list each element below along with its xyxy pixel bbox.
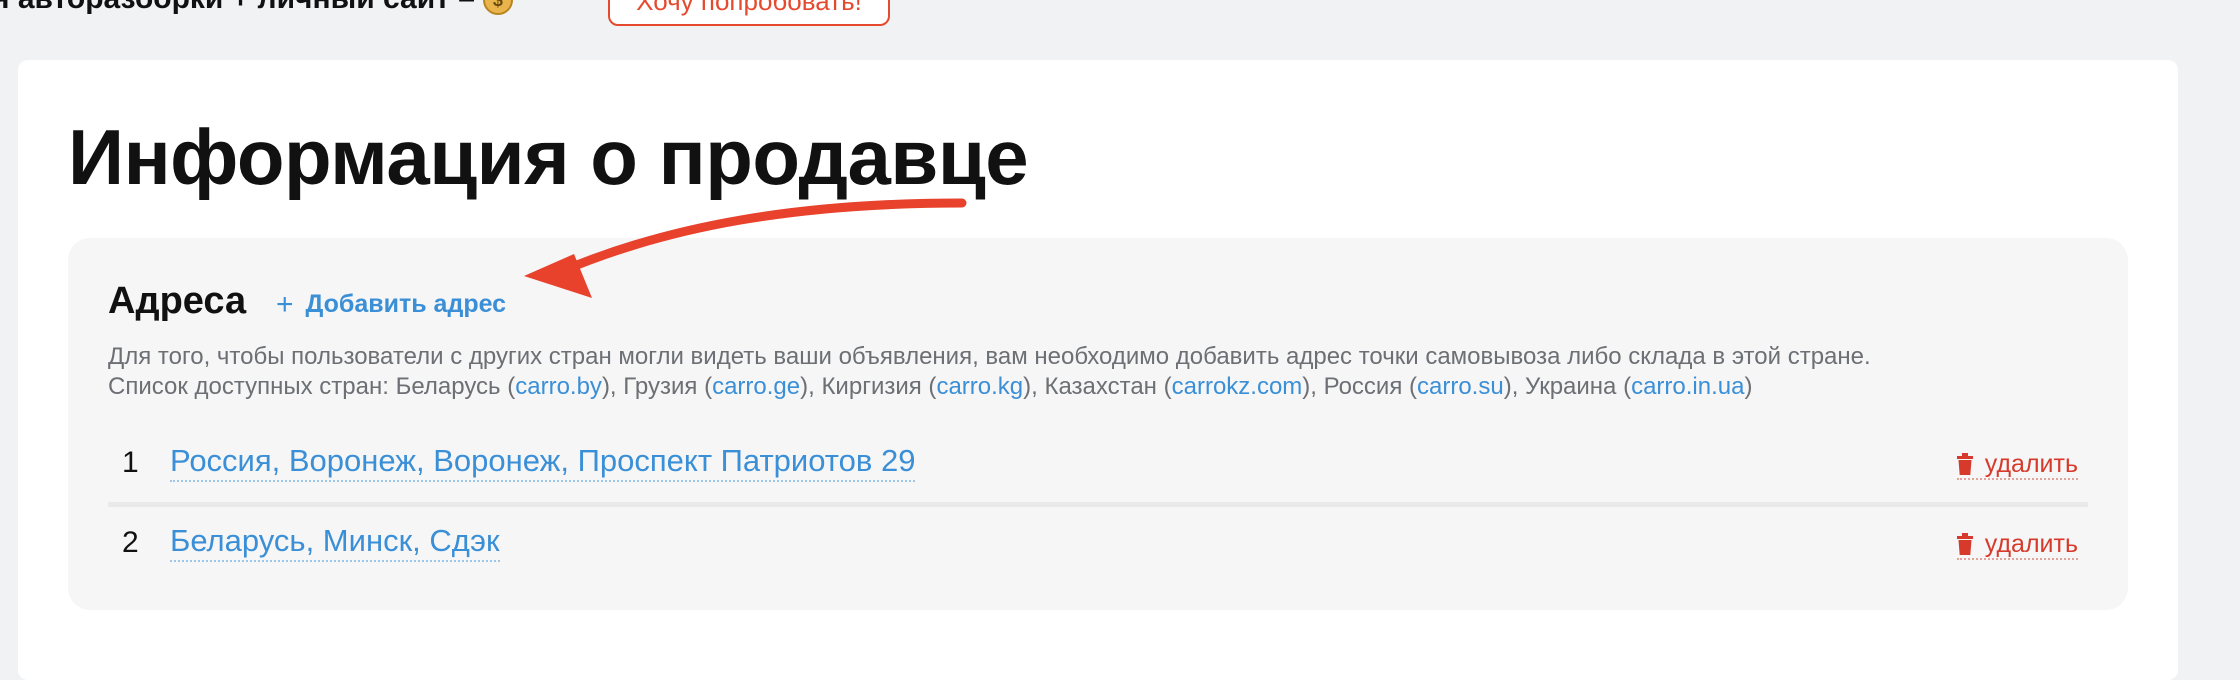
- address-row: 1 Россия, Воронеж, Воронеж, Проспект Пат…: [108, 428, 2088, 498]
- country-site-link[interactable]: carro.su: [1417, 373, 1504, 400]
- page-title: Информация о продавце: [68, 113, 1029, 201]
- promo-bar: я авторазборки + личный сайт –$ Хочу поп…: [0, 0, 2240, 40]
- add-address-button[interactable]: + Добавить адрес: [276, 288, 506, 322]
- trash-icon: [1956, 533, 1973, 555]
- address-number: 2: [122, 526, 139, 559]
- row-divider: [108, 502, 2088, 507]
- country-site-link[interactable]: carro.in.ua: [1631, 373, 1744, 400]
- seller-info-panel: Информация о продавце Адреса + Добавить а…: [18, 60, 2178, 680]
- country-name: Грузия: [623, 373, 698, 400]
- country-name: Казахстан: [1044, 373, 1157, 400]
- country-name: Украина: [1525, 373, 1617, 400]
- delete-address-button[interactable]: удалить: [1956, 530, 2078, 560]
- country-site-link[interactable]: carrokz.com: [1172, 373, 1303, 400]
- addresses-title: Адреса: [108, 280, 247, 322]
- addresses-hint: Для того, чтобы пользователи с других ст…: [108, 342, 2108, 402]
- addresses-card: Адреса + Добавить адрес Для того, чтобы п…: [68, 238, 2128, 610]
- hint-line: Для того, чтобы пользователи с других ст…: [108, 343, 1871, 370]
- country-name: Беларусь: [395, 373, 501, 400]
- money-bag-icon: $: [482, 0, 513, 16]
- country-site-link[interactable]: carro.by: [515, 373, 602, 400]
- try-button[interactable]: Хочу попробовать!: [608, 0, 890, 26]
- trash-icon: [1956, 453, 1973, 475]
- country-name: Киргизия: [821, 373, 922, 400]
- address-link[interactable]: Россия, Воронеж, Воронеж, Проспект Патри…: [170, 442, 916, 482]
- countries-list: Список доступных стран: Беларусь (carro.…: [108, 373, 1753, 400]
- promo-text: я авторазборки + личный сайт –$: [0, 0, 513, 16]
- country-name: Россия: [1323, 373, 1403, 400]
- country-site-link[interactable]: carro.ge: [712, 373, 800, 400]
- country-site-link[interactable]: carro.kg: [936, 373, 1023, 400]
- address-row: 2 Беларусь, Минск, Сдэк удалить: [108, 508, 2088, 578]
- address-number: 1: [122, 446, 139, 479]
- delete-address-button[interactable]: удалить: [1956, 450, 2078, 480]
- address-link[interactable]: Беларусь, Минск, Сдэк: [170, 522, 500, 562]
- plus-icon: +: [276, 288, 294, 321]
